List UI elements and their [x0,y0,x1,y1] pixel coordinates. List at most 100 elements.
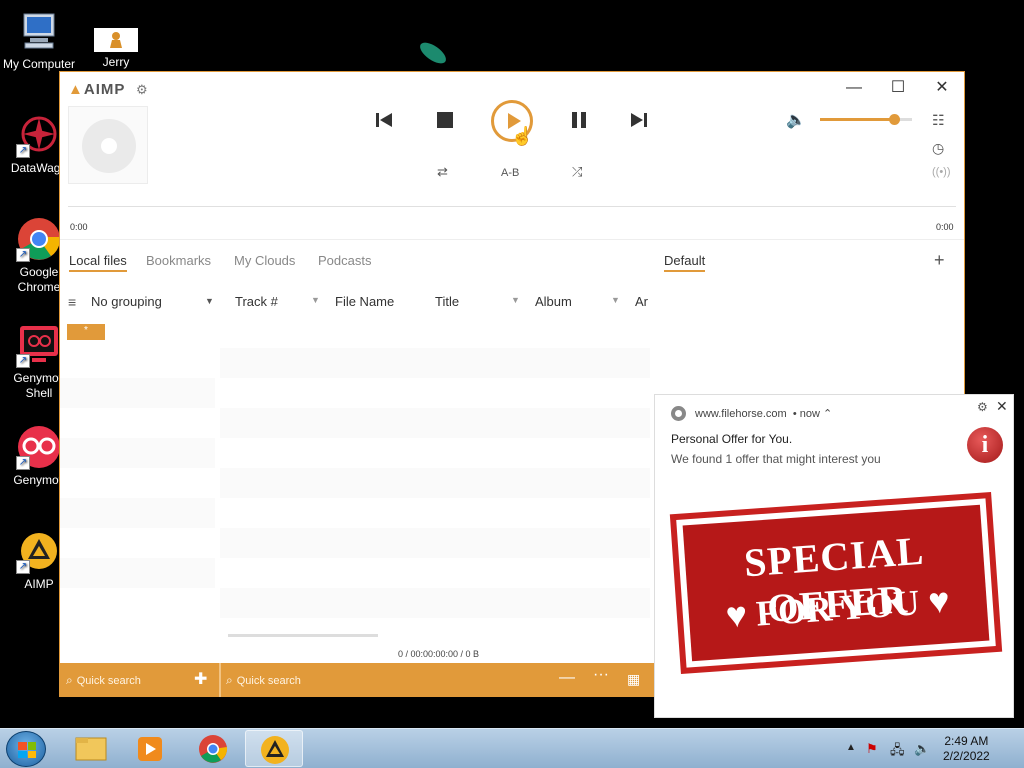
genymotion-icon: ↗ [16,424,62,470]
previous-button[interactable] [367,103,401,137]
notification-title: Personal Offer for You. [671,432,793,446]
taskbar-chrome[interactable] [184,730,242,767]
notification-settings-icon[interactable]: ⚙ [977,400,988,414]
table-row [220,468,650,498]
horizontal-scrollbar[interactable] [228,634,378,637]
quick-search-right[interactable]: ⌕ Quick search [226,673,301,688]
tab-my-clouds[interactable]: My Clouds [234,253,295,268]
more-options-icon[interactable]: ··· [593,666,609,684]
tab-bookmarks[interactable]: Bookmarks [146,253,211,268]
media-player-icon [138,737,162,761]
taskbar-aimp[interactable] [245,730,303,767]
desktop-icon-my-computer[interactable]: My Computer [0,8,78,72]
radio-icon[interactable]: ((•)) [932,166,951,178]
ab-repeat-button[interactable]: A-B [501,167,519,179]
pause-icon [572,112,586,128]
jerry-icon [94,8,138,52]
aimp-icon: ↗ [16,528,62,574]
divider [60,239,964,240]
volume-icon[interactable]: 🔈 [786,110,806,130]
minimize-button[interactable]: — [839,76,869,100]
stop-button[interactable] [428,103,462,137]
seek-bar[interactable] [68,206,956,207]
tray-expand-icon[interactable]: ▲ [846,742,856,753]
repeat-button[interactable]: ⇄ [437,164,448,180]
add-button[interactable]: ✚ [194,669,207,689]
column-album[interactable]: Album [535,294,572,309]
settings-gear-icon[interactable]: ⚙ [136,82,148,98]
stop-icon [437,112,453,128]
equalizer-icon[interactable]: ☷ [932,112,945,129]
folder-icon [75,737,107,761]
add-playlist-button[interactable]: + [934,250,945,271]
windows-logo-icon [18,742,36,758]
menu-icon[interactable]: ≡ [68,294,76,310]
list-item [60,558,215,588]
column-artist[interactable]: Ar [635,294,648,309]
shortcut-arrow-icon: ↗ [16,144,30,158]
table-row [220,588,650,618]
column-file-name[interactable]: File Name [335,294,394,309]
chrome-icon [199,735,228,763]
grouping-select[interactable]: No grouping [91,294,162,309]
chevron-down-icon[interactable]: ▼ [205,296,214,306]
remove-button[interactable]: — [559,669,575,687]
aimp-logo: ▲AIMP [68,81,126,98]
search-icon: ⌕ [226,673,233,687]
table-row [220,408,650,438]
filter-icon[interactable]: ▼ [511,295,520,305]
clock-date: 2/2/2022 [943,749,990,763]
pause-button[interactable] [562,103,596,137]
search-icon: ⌕ [66,673,73,687]
grid-view-icon[interactable]: ▦ [627,671,640,688]
special-offer-stamp[interactable]: SPECIAL OFFER ♥ FOR YOU ♥ [669,491,1003,675]
shuffle-button[interactable]: ⤮ [572,164,582,180]
tab-local-files[interactable]: Local files [69,253,127,272]
previous-icon [376,113,392,127]
table-row [220,348,650,378]
browser-notification[interactable]: www.filehorse.com • now ⌃ ⚙ ✕ Personal O… [654,394,1014,718]
shortcut-arrow-icon: ↗ [16,248,30,262]
maximize-button[interactable]: ☐ [883,76,913,100]
list-item [60,498,215,528]
tab-podcasts[interactable]: Podcasts [318,253,371,268]
volume-tray-icon[interactable]: 🔈 [914,741,930,757]
network-icon[interactable]: 🖧 [890,741,905,763]
column-title[interactable]: Title [435,294,459,309]
action-center-icon[interactable]: ⚑ [866,741,878,757]
album-cover [68,106,148,184]
filter-icon[interactable]: ▼ [311,295,320,305]
sleep-timer-icon[interactable]: ◷ [932,140,944,157]
volume-fill [820,118,894,121]
chrome-icon: ↗ [16,216,62,262]
genymotion-shell-icon: ↗ [16,322,62,368]
taskbar: ▲ ⚑ 🖧 🔈 2:49 AM 2/2/2022 [0,728,1024,768]
close-button[interactable]: ✕ [927,76,957,100]
quick-search-left[interactable]: ⌕ Quick search [66,673,141,688]
tab-playlist-default[interactable]: Default [664,253,706,272]
taskbar-clock[interactable]: 2:49 AM 2/2/2022 [943,734,990,764]
filter-icon[interactable]: ▼ [611,295,620,305]
disc-icon [82,119,136,173]
notification-source: www.filehorse.com • now ⌃ [695,408,833,420]
computer-icon [16,8,62,54]
column-track-number[interactable]: Track # [235,294,278,309]
start-button[interactable] [6,731,46,767]
desktop-icon-label: Jerry [102,55,130,69]
taskbar-media-player[interactable] [122,730,180,767]
desktop-icon-jerry[interactable]: Jerry [77,8,155,70]
volume-knob[interactable] [888,114,900,125]
next-button[interactable] [622,103,656,137]
bottom-toolbar: ⌕ Quick search ✚ ⌕ Quick search — ··· ▦ [60,663,655,697]
time-total: 0:00 [936,222,954,232]
desktop-wallpaper-mark [416,38,450,68]
group-tag[interactable]: * [67,324,105,340]
stamp-background: SPECIAL OFFER ♥ FOR YOU ♥ [682,504,990,662]
notification-body: We found 1 offer that might interest you [671,452,881,466]
notification-close-button[interactable]: ✕ [996,398,1008,415]
shortcut-arrow-icon: ↗ [16,354,30,368]
time-elapsed: 0:00 [70,222,88,232]
volume-slider[interactable] [820,114,912,125]
hand-cursor-icon: ☝ [511,126,534,146]
taskbar-explorer[interactable] [62,730,120,767]
